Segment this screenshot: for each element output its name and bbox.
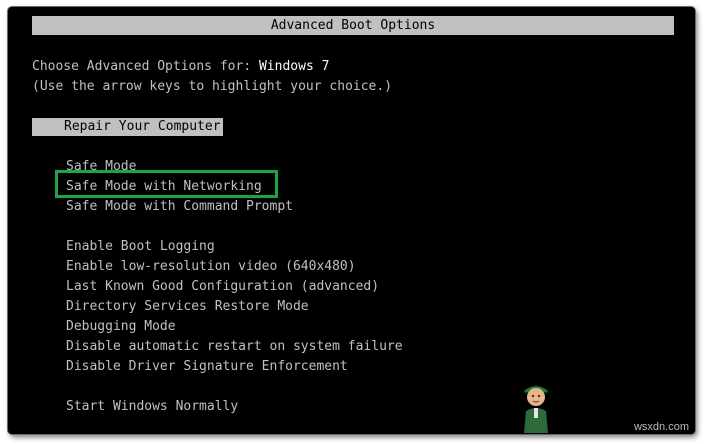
highlight-annotation-box — [55, 170, 278, 198]
menu-item-safe-mode-with-command-prompt[interactable]: Safe Mode with Command Prompt — [64, 198, 295, 216]
menu-item-repair-your-computer[interactable]: Repair Your Computer — [32, 118, 223, 136]
menu-item-enable-low-resolution-video[interactable]: Enable low-resolution video (640x480) — [64, 258, 358, 276]
boot-screen: Advanced Boot Options Choose Advanced Op… — [8, 7, 695, 434]
menu-item-start-windows-normally[interactable]: Start Windows Normally — [64, 398, 240, 416]
menu-item-last-known-good-configuration[interactable]: Last Known Good Configuration (advanced) — [64, 278, 381, 296]
menu-item-disable-automatic-restart[interactable]: Disable automatic restart on system fail… — [64, 338, 405, 356]
menu-item-enable-boot-logging[interactable]: Enable Boot Logging — [64, 238, 217, 256]
watermark-text: wsxdn.com — [633, 421, 689, 433]
arrow-keys-hint: (Use the arrow keys to highlight your ch… — [32, 79, 393, 94]
choose-options-line: Choose Advanced Options for: Windows 7 — [32, 58, 329, 76]
os-name: Windows 7 — [258, 59, 330, 74]
menu-item-debugging-mode[interactable]: Debugging Mode — [64, 318, 178, 336]
choose-options-label: Choose Advanced Options for: — [32, 59, 259, 74]
page-title: Advanced Boot Options — [32, 16, 674, 35]
menu-item-disable-driver-signature-enforcement[interactable]: Disable Driver Signature Enforcement — [64, 358, 350, 376]
menu-item-directory-services-restore-mode[interactable]: Directory Services Restore Mode — [64, 298, 311, 316]
watermark-mascot-icon — [524, 386, 548, 433]
